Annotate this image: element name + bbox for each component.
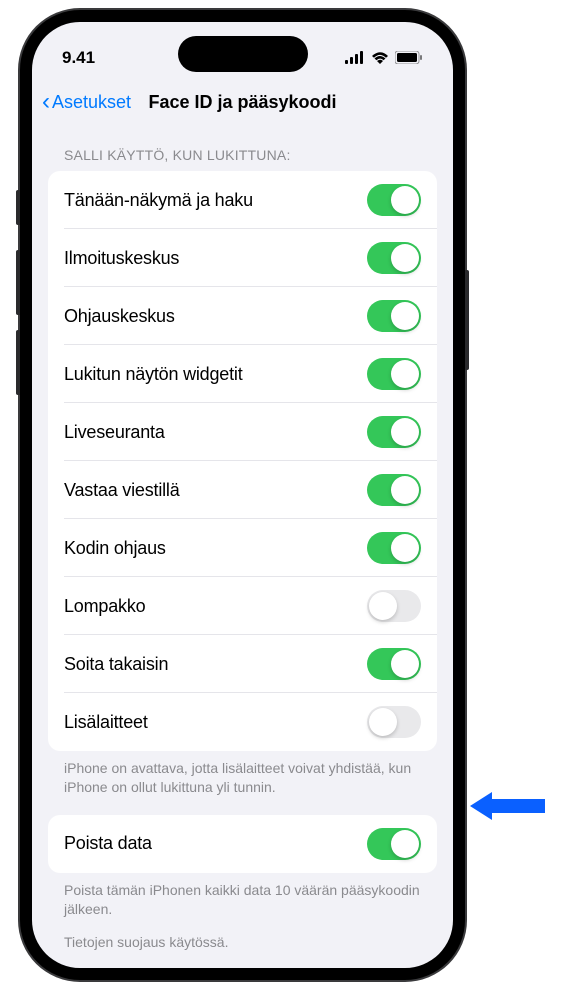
screen: 9.41 ‹ Asetukset Face ID ja pääsykoodi bbox=[32, 22, 453, 968]
erase-data-toggle[interactable] bbox=[367, 828, 421, 860]
list-row: Soita takaisin bbox=[48, 635, 437, 693]
erase-data-footer: Poista tämän iPhonen kaikki data 10 väär… bbox=[48, 873, 437, 929]
data-protection-footer: Tietojen suojaus käytössä. bbox=[48, 929, 437, 962]
list-row: Liveseuranta bbox=[48, 403, 437, 461]
phone-frame: 9.41 ‹ Asetukset Face ID ja pääsykoodi bbox=[20, 10, 465, 980]
toggle-knob bbox=[391, 418, 419, 446]
erase-data-label: Poista data bbox=[64, 833, 152, 854]
dynamic-island bbox=[178, 36, 308, 72]
toggle[interactable] bbox=[367, 590, 421, 622]
row-label: Soita takaisin bbox=[64, 654, 168, 675]
back-button[interactable]: ‹ Asetukset bbox=[42, 90, 131, 114]
list-row: Ohjauskeskus bbox=[48, 287, 437, 345]
toggle-knob bbox=[369, 708, 397, 736]
toggle[interactable] bbox=[367, 474, 421, 506]
row-label: Vastaa viestillä bbox=[64, 480, 180, 501]
page-title: Face ID ja pääsykoodi bbox=[148, 92, 336, 113]
erase-data-group: Poista data bbox=[48, 815, 437, 873]
row-label: Lukitun näytön widgetit bbox=[64, 364, 243, 385]
callout-arrow bbox=[470, 786, 550, 826]
row-label: Lisälaitteet bbox=[64, 712, 148, 733]
back-label: Asetukset bbox=[52, 92, 131, 113]
toggle-knob bbox=[391, 186, 419, 214]
row-label: Ohjauskeskus bbox=[64, 306, 175, 327]
list-row: Vastaa viestillä bbox=[48, 461, 437, 519]
list-row: Kodin ohjaus bbox=[48, 519, 437, 577]
toggle[interactable] bbox=[367, 184, 421, 216]
cellular-signal-icon bbox=[345, 51, 365, 64]
erase-data-row: Poista data bbox=[48, 815, 437, 873]
toggle-knob bbox=[391, 360, 419, 388]
toggle-knob bbox=[391, 244, 419, 272]
toggle-knob bbox=[369, 592, 397, 620]
toggle[interactable] bbox=[367, 648, 421, 680]
status-time: 9.41 bbox=[62, 48, 122, 68]
toggle-knob bbox=[391, 476, 419, 504]
toggle[interactable] bbox=[367, 358, 421, 390]
row-label: Kodin ohjaus bbox=[64, 538, 166, 559]
row-label: Tänään-näkymä ja haku bbox=[64, 190, 253, 211]
row-label: Liveseuranta bbox=[64, 422, 165, 443]
arrow-left-icon bbox=[470, 788, 545, 824]
settings-content[interactable]: SALLI KÄYTTÖ, KUN LUKITTUNA: Tänään-näky… bbox=[32, 127, 453, 968]
phone-power-button bbox=[465, 270, 469, 370]
toggle-knob bbox=[391, 534, 419, 562]
row-label: Lompakko bbox=[64, 596, 145, 617]
allow-access-group: Tänään-näkymä ja haku Ilmoituskeskus Ohjau… bbox=[48, 171, 437, 751]
toggle-knob bbox=[391, 830, 419, 858]
list-row: Lukitun näytön widgetit bbox=[48, 345, 437, 403]
toggle[interactable] bbox=[367, 532, 421, 564]
toggle[interactable] bbox=[367, 242, 421, 274]
toggle[interactable] bbox=[367, 706, 421, 738]
phone-volume-up bbox=[16, 250, 20, 315]
status-indicators bbox=[345, 51, 423, 64]
list-row: Lisälaitteet bbox=[48, 693, 437, 751]
phone-silence-switch bbox=[16, 190, 20, 225]
list-row: Ilmoituskeskus bbox=[48, 229, 437, 287]
list-row: Tänään-näkymä ja haku bbox=[48, 171, 437, 229]
toggle[interactable] bbox=[367, 416, 421, 448]
toggle[interactable] bbox=[367, 300, 421, 332]
toggle-knob bbox=[391, 302, 419, 330]
toggle-knob bbox=[391, 650, 419, 678]
row-label: Ilmoituskeskus bbox=[64, 248, 179, 269]
accessories-footer: iPhone on avattava, jotta lisälaitteet v… bbox=[48, 751, 437, 807]
chevron-left-icon: ‹ bbox=[42, 90, 50, 114]
phone-volume-down bbox=[16, 330, 20, 395]
wifi-icon bbox=[371, 51, 389, 64]
battery-icon bbox=[395, 51, 423, 64]
nav-bar: ‹ Asetukset Face ID ja pääsykoodi bbox=[32, 77, 453, 127]
list-row: Lompakko bbox=[48, 577, 437, 635]
allow-access-header: SALLI KÄYTTÖ, KUN LUKITTUNA: bbox=[48, 127, 437, 171]
